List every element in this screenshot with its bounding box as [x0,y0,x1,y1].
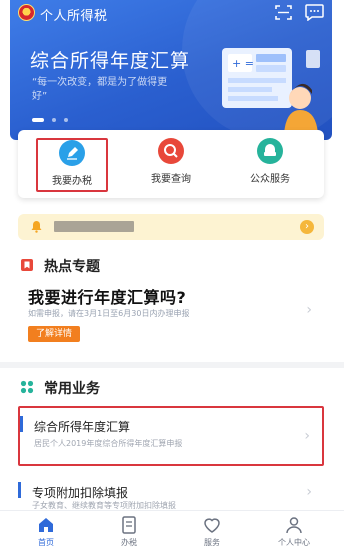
quick-actions: 我要办税 我要查询 公众服务 [18,130,324,198]
carousel-dot[interactable] [32,118,44,122]
tax-icon [122,516,136,534]
hot-topic-title: 我要进行年度汇算吗? [28,288,187,307]
business-item-title: 专项附加扣除填报 [32,486,129,500]
business-item-description: 子女教育、继续教育等专项附加扣除填报 [32,501,176,510]
accent-bar [20,416,23,432]
carousel-dot[interactable] [64,118,69,122]
nav-home-label: 首页 [38,538,54,547]
nav-personal-label: 个人中心 [278,538,310,547]
top-bar: 个人所得税 [10,0,332,26]
public-service-label: 公众服务 [250,174,290,185]
query-label: 我要查询 [151,174,191,185]
hero-banner[interactable]: 个人所得税 综合所得年度汇算 “每一次改变，都是为了做得更好” + = [10,0,332,140]
hot-topic-description: 如需申报，请在3月1日至6月30日内办理申报 [28,309,190,318]
app-title: 个人所得税 [40,9,108,24]
section-divider [0,362,344,368]
chevron-right-icon: › [304,428,310,444]
special-deduction-item[interactable]: 专项附加扣除填报 子女教育、继续教育等专项附加扣除填报 › [18,474,324,510]
notice-text-blurred [54,221,134,232]
scan-icon[interactable] [275,5,292,20]
do-tax-button[interactable]: 我要办税 [36,138,108,192]
query-button[interactable]: 我要查询 [135,138,207,192]
bookmark-icon [21,259,33,271]
service-icon [257,138,283,164]
accent-bar [18,482,21,498]
learn-more-button[interactable]: 了解详情 [28,326,81,342]
bell-icon [31,221,42,233]
carousel-dot[interactable] [52,118,57,122]
chevron-right-icon: › [306,302,312,318]
calculator-illustration-icon: + = [222,48,320,134]
common-business-heading: 常用业务 [44,381,100,397]
nav-tax-label: 办税 [121,538,137,547]
business-item-description: 居民个人2019年度综合所得年度汇算申报 [34,439,183,448]
nav-service[interactable]: 服务 [184,515,240,548]
home-icon [39,518,53,532]
grid-icon [20,380,34,394]
service-heart-icon [204,518,220,533]
banner-subtitle: “每一次改变，都是为了做得更好” [32,77,168,102]
nav-home[interactable]: 首页 [18,515,74,548]
nav-tax[interactable]: 办税 [101,515,157,548]
hot-topics-heading: 热点专题 [44,259,100,275]
notice-bar[interactable]: › [18,214,324,240]
tax-emblem-icon [18,4,35,21]
carousel-dots[interactable] [32,118,71,124]
svg-text:+ =: + = [232,57,254,70]
person-icon [286,517,302,534]
banner-title: 综合所得年度汇算 [30,50,191,72]
public-service-button[interactable]: 公众服务 [234,138,306,192]
do-tax-label: 我要办税 [52,176,92,187]
message-icon[interactable] [305,4,324,21]
chevron-right-icon: › [306,484,312,500]
business-item-title: 综合所得年度汇算 [34,420,131,434]
search-icon [158,138,184,164]
bottom-nav: 首页 办税 服务 个人中心 [0,510,344,552]
nav-service-label: 服务 [204,538,220,547]
nav-personal-center[interactable]: 个人中心 [266,515,322,548]
pen-icon [59,140,85,166]
hot-topic-card[interactable]: 我要进行年度汇算吗? 如需申报，请在3月1日至6月30日内办理申报 了解详情 › [18,284,324,354]
chevron-right-icon[interactable]: › [300,220,314,234]
annual-settlement-item[interactable]: 综合所得年度汇算 居民个人2019年度综合所得年度汇算申报 › [18,406,324,466]
